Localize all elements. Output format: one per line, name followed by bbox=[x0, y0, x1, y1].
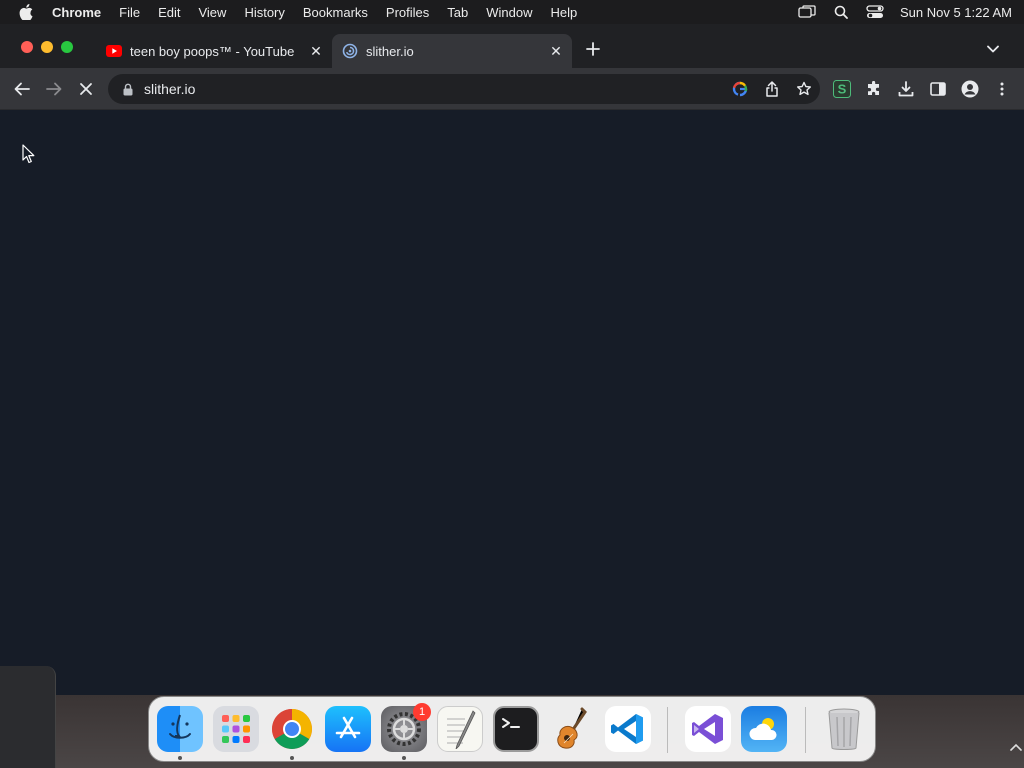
finder-running-indicator bbox=[178, 756, 182, 760]
trash-icon[interactable] bbox=[821, 706, 867, 752]
tab-close-icon[interactable]: ✕ bbox=[546, 41, 566, 61]
back-arrow-icon[interactable] bbox=[10, 77, 34, 101]
lock-icon[interactable] bbox=[120, 83, 136, 96]
dock-separator bbox=[667, 707, 668, 753]
control-center-icon[interactable] bbox=[858, 5, 892, 19]
screen-mirroring-icon[interactable] bbox=[790, 5, 824, 19]
youtube-icon bbox=[106, 43, 122, 59]
download-icon[interactable] bbox=[894, 77, 918, 101]
menu-help[interactable]: Help bbox=[542, 5, 587, 20]
menu-file[interactable]: File bbox=[110, 5, 149, 20]
app-store-icon[interactable] bbox=[325, 706, 371, 752]
menu-bar: Chrome File Edit View History Bookmarks … bbox=[0, 0, 1024, 24]
svg-text:S: S bbox=[838, 82, 847, 97]
tab-youtube[interactable]: teen boy poops™ - YouTube ✕ bbox=[96, 34, 332, 68]
tab-title: teen boy poops™ - YouTube bbox=[130, 43, 295, 59]
settings-running-indicator bbox=[402, 756, 406, 760]
menu-tab[interactable]: Tab bbox=[438, 5, 477, 20]
window-zoom-button[interactable] bbox=[61, 41, 73, 53]
menu-history[interactable]: History bbox=[235, 5, 293, 20]
menu-profiles[interactable]: Profiles bbox=[377, 5, 438, 20]
url-text[interactable]: slither.io bbox=[144, 81, 724, 97]
tab-close-icon[interactable]: ✕ bbox=[306, 41, 326, 61]
terminal-icon[interactable] bbox=[493, 706, 539, 752]
menu-bookmarks[interactable]: Bookmarks bbox=[294, 5, 377, 20]
dock-separator bbox=[805, 707, 806, 753]
textedit-icon[interactable] bbox=[437, 706, 483, 752]
new-tab-button[interactable] bbox=[582, 38, 604, 60]
tab-title: slither.io bbox=[366, 43, 414, 59]
visual-studio-icon[interactable] bbox=[685, 706, 731, 752]
background-window-edge bbox=[0, 666, 56, 768]
menu-view[interactable]: View bbox=[189, 5, 235, 20]
stop-loading-icon[interactable] bbox=[74, 77, 98, 101]
vscode-icon[interactable] bbox=[605, 706, 651, 752]
extensions-puzzle-icon[interactable] bbox=[862, 77, 886, 101]
slither-icon bbox=[342, 43, 358, 59]
mouse-pointer-icon bbox=[22, 144, 36, 169]
apple-menu-icon[interactable] bbox=[0, 4, 52, 20]
google-lens-icon[interactable] bbox=[724, 77, 756, 101]
tab-slither[interactable]: slither.io ✕ bbox=[332, 34, 572, 68]
tab-strip: teen boy poops™ - YouTube ✕ slither.io ✕ bbox=[0, 24, 1024, 68]
window-close-button[interactable] bbox=[21, 41, 33, 53]
profile-avatar-icon[interactable] bbox=[958, 77, 982, 101]
finder-icon[interactable] bbox=[157, 706, 203, 752]
garageband-icon[interactable] bbox=[549, 706, 595, 752]
share-icon[interactable] bbox=[756, 77, 788, 101]
address-bar[interactable]: slither.io bbox=[108, 74, 820, 104]
menu-app-name[interactable]: Chrome bbox=[52, 5, 110, 20]
spotlight-search-icon[interactable] bbox=[824, 5, 858, 19]
forward-arrow-icon[interactable] bbox=[42, 77, 66, 101]
tab-search-chevron-icon[interactable] bbox=[982, 38, 1004, 60]
window-minimize-button[interactable] bbox=[41, 41, 53, 53]
browser-toolbar: slither.io S bbox=[0, 68, 1024, 110]
menu-edit[interactable]: Edit bbox=[149, 5, 189, 20]
settings-notification-badge: 1 bbox=[413, 703, 431, 721]
launchpad-icon[interactable] bbox=[213, 706, 259, 752]
menu-window[interactable]: Window bbox=[477, 5, 541, 20]
window-controls bbox=[21, 41, 73, 53]
google-chrome-icon[interactable] bbox=[269, 706, 315, 752]
dock: 1 bbox=[148, 696, 876, 762]
chrome-menu-icon[interactable] bbox=[990, 77, 1014, 101]
chevron-up-icon bbox=[1010, 740, 1022, 754]
menu-clock[interactable]: Sun Nov 5 1:22 AM bbox=[892, 5, 1012, 20]
bookmark-star-icon[interactable] bbox=[788, 77, 820, 101]
chrome-running-indicator bbox=[290, 756, 294, 760]
weather-icon[interactable] bbox=[741, 706, 787, 752]
page-content[interactable] bbox=[0, 110, 1024, 695]
extension-s-icon[interactable]: S bbox=[830, 77, 854, 101]
side-panel-icon[interactable] bbox=[926, 77, 950, 101]
